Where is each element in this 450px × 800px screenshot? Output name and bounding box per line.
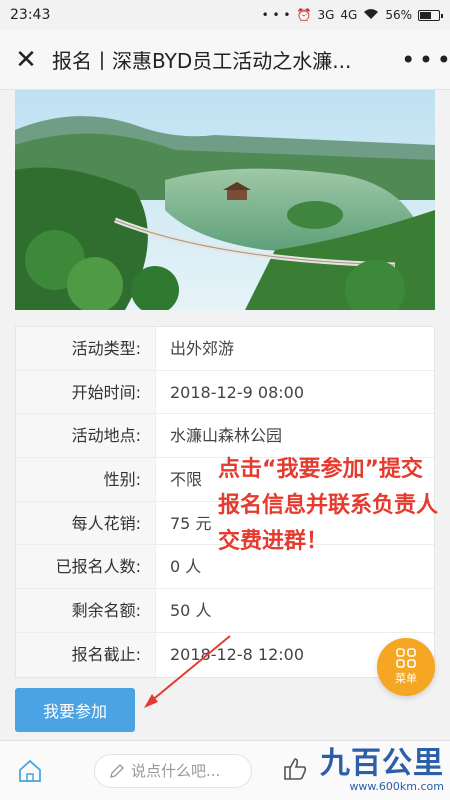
- more-options-icon[interactable]: • • •: [400, 46, 450, 74]
- alarm-icon: ⏰: [296, 8, 312, 22]
- battery-icon: [418, 9, 443, 21]
- menu-button[interactable]: 菜单: [377, 638, 435, 696]
- comment-placeholder: 说点什么吧...: [131, 762, 221, 780]
- status-bar: 23:43 • • • ⏰ 3G 4G 56%: [0, 0, 450, 30]
- status-icons: • • • ⏰ 3G 4G 56%: [261, 8, 443, 23]
- close-icon[interactable]: ✕: [0, 30, 52, 90]
- pencil-icon: [110, 763, 124, 778]
- join-button[interactable]: 我要参加: [15, 688, 135, 732]
- title-bar: ✕ 报名丨深惠BYD员工活动之水濂... • • •: [0, 30, 450, 90]
- main-content: 活动类型: 出外郊游 开始时间: 2018-12-9 08:00 活动地点: 水…: [0, 90, 450, 740]
- battery-level: 56%: [385, 8, 412, 22]
- home-icon[interactable]: [0, 759, 60, 783]
- comment-input[interactable]: 说点什么吧...: [94, 753, 252, 788]
- page-title: 报名丨深惠BYD员工活动之水濂...: [52, 49, 352, 73]
- pointer-arrow-icon: [144, 635, 231, 708]
- watermark-url: www.600km.com: [349, 779, 444, 793]
- site-watermark: 九百公里 www.600km.com: [304, 744, 444, 796]
- watermark-brand: 九百公里: [320, 745, 444, 781]
- notification-dots: • • •: [261, 8, 291, 22]
- status-time: 23:43: [10, 7, 51, 23]
- grid-icon: [396, 648, 416, 668]
- wifi-icon: [363, 8, 379, 23]
- signal-4g: 4G: [340, 8, 358, 22]
- signal-3g: 3G: [317, 8, 335, 22]
- menu-label: 菜单: [395, 672, 417, 685]
